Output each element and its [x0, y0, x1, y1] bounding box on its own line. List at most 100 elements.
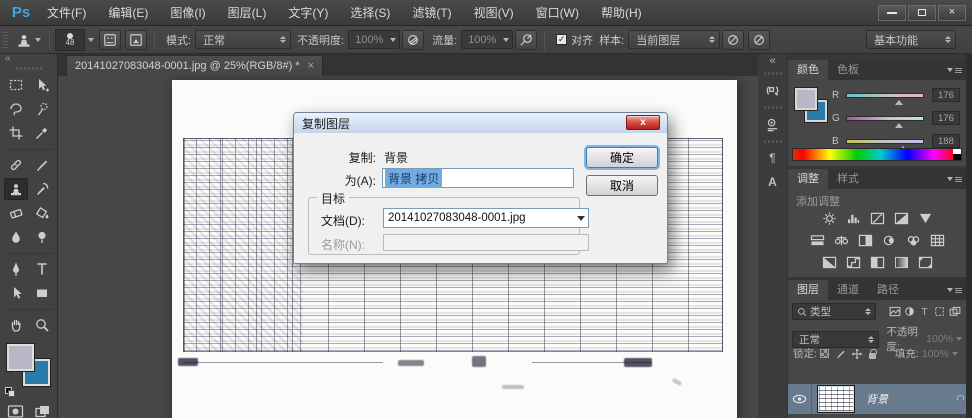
tool-crop[interactable]: [4, 122, 28, 144]
opacity-dropdown[interactable]: 100%: [348, 30, 401, 49]
tool-path-selection[interactable]: [4, 282, 28, 304]
brush-picker-chevron-icon[interactable]: [88, 37, 94, 42]
filter-type-layers-icon[interactable]: T: [917, 306, 932, 318]
workspace-dropdown[interactable]: 基本功能: [866, 30, 956, 49]
tab-layers[interactable]: 图层: [788, 280, 828, 300]
lock-pixels-icon[interactable]: [834, 348, 848, 360]
foreground-color-swatch[interactable]: [5, 343, 35, 372]
tab-styles[interactable]: 样式: [828, 169, 868, 189]
tool-lasso[interactable]: [4, 98, 28, 120]
adj-color-balance-icon[interactable]: [833, 233, 850, 248]
layer-opacity-value[interactable]: 100%: [926, 333, 953, 345]
slider-thumb[interactable]: [895, 122, 904, 128]
tool-clone-stamp[interactable]: [3, 178, 28, 200]
black-swatch[interactable]: [953, 154, 961, 160]
panel-menu-button[interactable]: [947, 169, 966, 189]
tool-dodge[interactable]: [30, 226, 54, 248]
tool-zoom[interactable]: [30, 314, 54, 336]
lock-position-icon[interactable]: [850, 348, 864, 360]
fill-value[interactable]: 100%: [922, 348, 949, 360]
tab-adjustments[interactable]: 调整: [788, 169, 828, 189]
tab-color[interactable]: 颜色: [788, 60, 828, 80]
adj-threshold-icon[interactable]: [869, 255, 886, 270]
collapse-tools-icon[interactable]: «: [0, 54, 57, 64]
chevron-down-icon[interactable]: [951, 351, 958, 356]
layer-filter-type-dropdown[interactable]: 类型: [792, 303, 876, 320]
pressure-size-button[interactable]: [748, 29, 771, 50]
lock-all-icon[interactable]: [866, 348, 880, 359]
ignore-adjustment-layers-button[interactable]: [722, 29, 745, 50]
as-name-input[interactable]: 背景 拷贝: [382, 168, 574, 188]
menu-select[interactable]: 选择(S): [339, 0, 401, 26]
airbrush-button[interactable]: [515, 29, 538, 50]
adj-black-white-icon[interactable]: [857, 233, 874, 248]
quick-mask-button[interactable]: [7, 404, 24, 418]
minimize-button[interactable]: [878, 4, 906, 21]
close-button[interactable]: ×: [938, 4, 966, 21]
menu-window[interactable]: 窗口(W): [525, 0, 590, 26]
menu-file[interactable]: 文件(F): [36, 0, 97, 26]
menu-image[interactable]: 图像(I): [159, 0, 216, 26]
blue-slider[interactable]: [846, 138, 924, 151]
history-panel-button[interactable]: [762, 80, 784, 100]
dialog-title-bar[interactable]: 复制图层: [294, 113, 667, 133]
layer-blend-mode-dropdown[interactable]: 正常: [792, 330, 880, 348]
default-colors-icon[interactable]: [4, 387, 15, 397]
tool-type[interactable]: [30, 258, 54, 280]
flow-dropdown[interactable]: 100%: [461, 30, 514, 49]
layer-visibility-toggle[interactable]: [788, 384, 812, 414]
document-combobox[interactable]: 20141027083048-0001.jpg: [383, 208, 589, 228]
filter-smart-objects-icon[interactable]: [947, 306, 962, 317]
red-slider[interactable]: [846, 92, 924, 105]
tab-paths[interactable]: 路径: [868, 280, 908, 300]
tool-spot-healing-brush[interactable]: [4, 154, 28, 176]
combobox-arrow-icon[interactable]: [573, 209, 588, 227]
paragraph-panel-button[interactable]: ¶: [762, 148, 784, 168]
panel-menu-button[interactable]: [947, 280, 966, 300]
menu-view[interactable]: 视图(V): [463, 0, 525, 26]
brush-preset-picker[interactable]: 48: [55, 28, 85, 51]
filter-pixel-layers-icon[interactable]: [887, 306, 902, 317]
tool-blur[interactable]: [4, 226, 28, 248]
character-panel-button[interactable]: A: [762, 172, 784, 192]
red-value[interactable]: 176: [932, 88, 960, 102]
adj-color-lookup-icon[interactable]: [929, 233, 946, 248]
chevron-down-icon[interactable]: [956, 337, 962, 341]
cancel-button[interactable]: 取消: [586, 175, 658, 196]
adj-curves-icon[interactable]: [869, 211, 886, 226]
adj-exposure-icon[interactable]: [893, 211, 910, 226]
green-slider[interactable]: [846, 115, 924, 128]
tool-rectangle-shape[interactable]: [30, 282, 54, 304]
adj-selective-color-icon[interactable]: [917, 255, 934, 270]
menu-edit[interactable]: 编辑(E): [97, 0, 159, 26]
menu-type[interactable]: 文字(Y): [277, 0, 339, 26]
adj-posterize-icon[interactable]: [845, 255, 862, 270]
tool-preset-picker[interactable]: [12, 29, 44, 51]
tool-move[interactable]: [30, 74, 54, 96]
toggle-brush-panel-button[interactable]: [99, 29, 121, 50]
blend-mode-dropdown[interactable]: 正常: [195, 30, 292, 49]
foreground-color-swatch[interactable]: [794, 87, 818, 111]
color-spectrum-ramp[interactable]: [792, 148, 962, 161]
tool-hand[interactable]: [4, 314, 28, 336]
clone-source-panel-button[interactable]: [125, 29, 147, 50]
lock-transparency-icon[interactable]: [818, 349, 832, 358]
tool-quick-selection[interactable]: [30, 98, 54, 120]
tool-pen[interactable]: [4, 258, 28, 280]
screen-mode-button[interactable]: [34, 404, 51, 418]
tool-eyedropper[interactable]: [30, 122, 54, 144]
adj-photo-filter-icon[interactable]: [881, 233, 898, 248]
layer-name[interactable]: 背景: [866, 391, 888, 407]
filter-adjustment-layers-icon[interactable]: [902, 306, 917, 317]
filter-shape-layers-icon[interactable]: [932, 306, 947, 317]
green-value[interactable]: 176: [932, 111, 960, 125]
adj-hue-saturation-icon[interactable]: [809, 233, 826, 248]
document-tab[interactable]: 20141027083048-0001.jpg @ 25%(RGB/8#) * …: [66, 55, 324, 76]
sample-dropdown[interactable]: 当前图层: [628, 30, 721, 49]
menu-layer[interactable]: 图层(L): [217, 0, 278, 26]
ok-button[interactable]: 确定: [586, 147, 658, 168]
tool-paint-bucket[interactable]: [30, 202, 54, 224]
tool-rectangular-marquee[interactable]: [4, 74, 28, 96]
menu-help[interactable]: 帮助(H): [590, 0, 653, 26]
adj-invert-icon[interactable]: [821, 255, 838, 270]
